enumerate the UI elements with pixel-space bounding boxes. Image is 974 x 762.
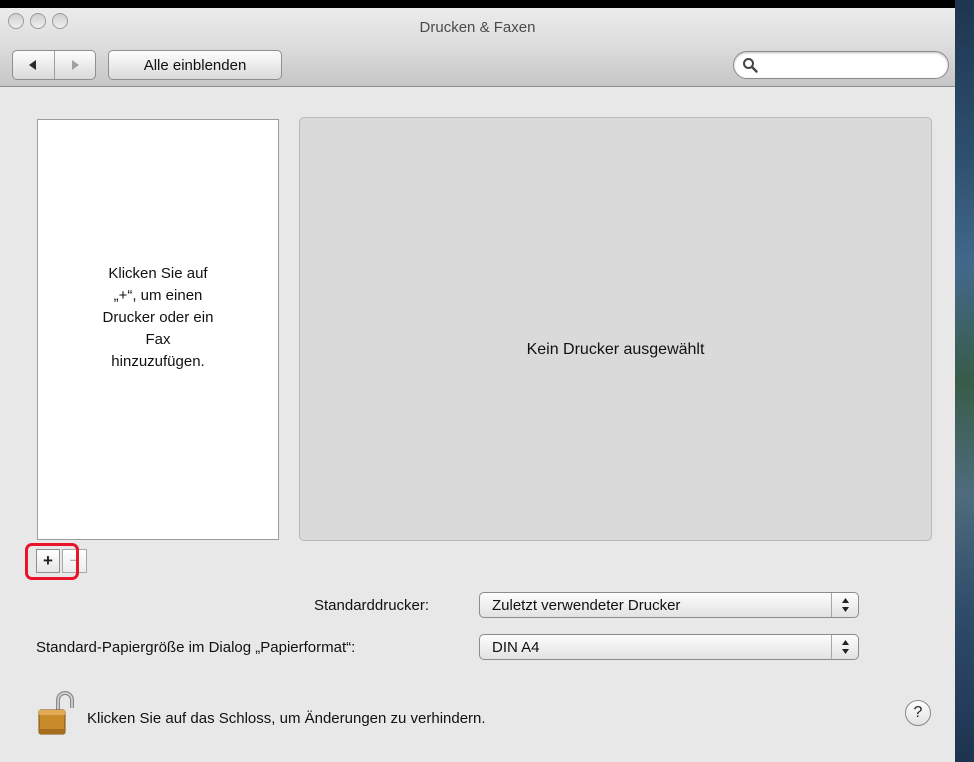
printer-list-hint: Klicken Sie auf „+“, um einen Drucker od… xyxy=(38,263,278,373)
hint-line: „+“, um einen xyxy=(113,287,203,304)
preferences-window: Drucken & Faxen Alle einblenden Klicken … xyxy=(0,8,955,762)
forward-button[interactable] xyxy=(53,51,96,79)
no-printer-selected-text: Kein Drucker ausgewählt xyxy=(526,341,705,358)
lock-instruction-text: Klicken Sie auf das Schloss, um Änderung… xyxy=(87,710,486,727)
padlock-open-icon[interactable] xyxy=(36,688,84,738)
printer-list[interactable]: Klicken Sie auf „+“, um einen Drucker od… xyxy=(37,119,279,540)
paper-size-label: Standard-Papiergröße im Dialog „Papierfo… xyxy=(36,639,356,656)
search-field[interactable] xyxy=(733,51,949,79)
paper-size-value: DIN A4 xyxy=(492,639,540,656)
printer-detail-panel: Kein Drucker ausgewählt xyxy=(299,117,932,541)
hint-line: Drucker oder ein xyxy=(102,309,214,326)
default-printer-popup[interactable]: Zuletzt verwendeter Drucker xyxy=(479,592,859,618)
paper-size-popup[interactable]: DIN A4 xyxy=(479,634,859,660)
help-button[interactable]: ? xyxy=(905,700,931,726)
hint-line: hinzuzufügen. xyxy=(111,353,205,370)
desktop-background xyxy=(955,0,974,762)
add-button-highlight xyxy=(25,543,79,580)
show-all-button[interactable]: Alle einblenden xyxy=(108,50,282,80)
forward-arrow-icon xyxy=(71,60,79,70)
popup-arrows-icon xyxy=(831,635,858,659)
popup-arrows-icon xyxy=(831,593,858,617)
title-bar: Drucken & Faxen Alle einblenden xyxy=(0,8,955,87)
back-arrow-icon xyxy=(29,60,37,70)
hint-line: Fax xyxy=(145,331,171,348)
default-printer-label: Standarddrucker: xyxy=(314,597,430,614)
navigation-segmented-control xyxy=(12,50,96,80)
window-title: Drucken & Faxen xyxy=(419,19,536,36)
back-button[interactable] xyxy=(13,51,54,79)
search-icon xyxy=(743,58,758,73)
default-printer-value: Zuletzt verwendeter Drucker xyxy=(492,597,681,614)
hint-line: Klicken Sie auf xyxy=(108,265,208,282)
